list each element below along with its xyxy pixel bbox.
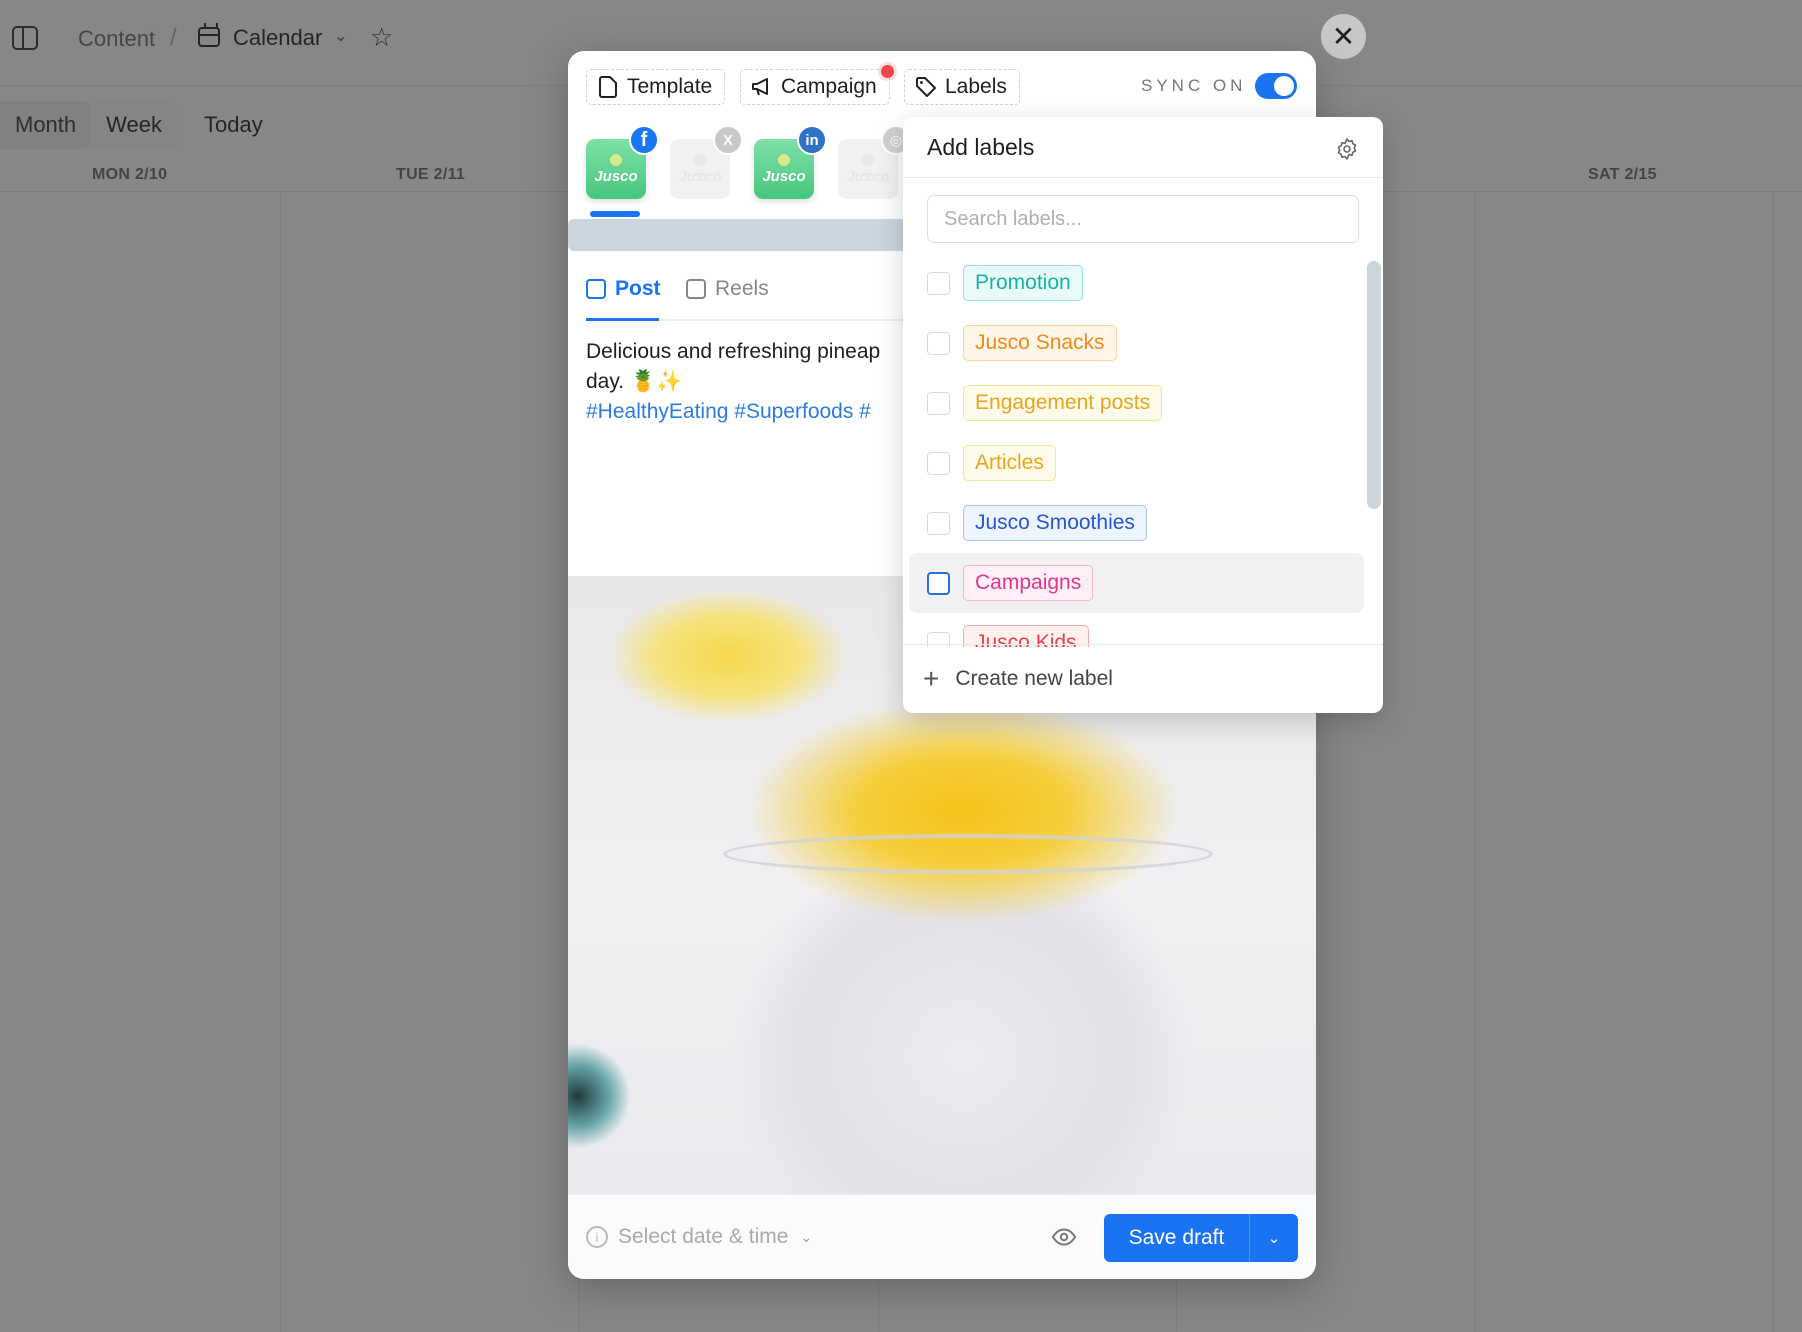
account-name: Jusco <box>594 167 638 185</box>
label-tag: Campaigns <box>963 565 1094 601</box>
account-name: Jusco <box>762 167 806 185</box>
template-button[interactable]: Template <box>586 69 726 105</box>
label-tag: Articles <box>963 445 1056 481</box>
logo-mark <box>778 153 790 166</box>
logo-mark <box>610 153 622 166</box>
save-options-dropdown[interactable]: ⌄ <box>1250 1214 1298 1262</box>
tab-reels-label: Reels <box>715 277 769 300</box>
modal-footer: i Select date & time ⌄ Save draft ⌄ <box>568 1194 1316 1279</box>
label-row-promotion[interactable]: Promotion <box>909 253 1364 313</box>
video-icon <box>686 279 706 299</box>
account-name: Jusco <box>846 167 890 185</box>
sync-label: SYNC ON <box>1141 76 1247 95</box>
tag-icon <box>915 76 937 98</box>
save-draft-split-button: Save draft ⌄ <box>1104 1214 1298 1262</box>
label-tag: Jusco Smoothies <box>963 505 1147 541</box>
label-search-field <box>927 195 1359 243</box>
logo-mark <box>862 153 874 166</box>
notification-dot <box>881 65 894 78</box>
logo-mark <box>694 153 706 166</box>
megaphone-icon <box>751 76 773 98</box>
label-checkbox[interactable] <box>927 271 950 295</box>
selected-account-indicator <box>590 211 640 217</box>
label-list: Promotion Jusco Snacks Engagement posts … <box>903 253 1383 647</box>
label-row-jusco-kids[interactable]: Jusco Kids <box>909 613 1364 647</box>
label-search-input[interactable] <box>928 196 1358 242</box>
tab-post[interactable]: Post <box>586 277 661 301</box>
date-time-placeholder: Select date & time <box>618 1225 789 1248</box>
document-icon <box>597 76 619 98</box>
image-detail <box>723 834 1213 874</box>
popover-title: Add labels <box>927 133 1035 160</box>
label-checkbox[interactable] <box>927 511 950 535</box>
chevron-down-icon: ⌄ <box>1267 1230 1281 1247</box>
tab-reels[interactable]: Reels <box>686 277 769 301</box>
plus-icon: + <box>923 663 940 694</box>
label-row-jusco-snacks[interactable]: Jusco Snacks <box>909 313 1364 373</box>
label-checkbox[interactable] <box>927 391 950 415</box>
labels-button[interactable]: Labels <box>904 69 1020 105</box>
preview-eye-icon[interactable] <box>1052 1225 1076 1249</box>
template-label: Template <box>627 75 713 98</box>
label-tag: Jusco Snacks <box>963 325 1117 361</box>
label-row-jusco-smoothies[interactable]: Jusco Smoothies <box>909 493 1364 553</box>
create-new-label-text: Create new label <box>955 667 1113 690</box>
linkedin-icon: in <box>797 125 827 155</box>
account-name: Jusco <box>678 167 722 185</box>
tab-post-label: Post <box>615 277 661 300</box>
popover-header: Add labels <box>903 117 1383 178</box>
create-new-label-button[interactable]: + Create new label <box>903 644 1383 713</box>
label-tag: Promotion <box>963 265 1083 301</box>
save-draft-button[interactable]: Save draft <box>1104 1214 1250 1262</box>
x-icon: X <box>713 125 743 155</box>
gear-icon[interactable] <box>1335 137 1359 161</box>
label-row-engagement-posts[interactable]: Engagement posts <box>909 373 1364 433</box>
close-icon: ✕ <box>1331 21 1356 52</box>
image-icon <box>586 279 606 299</box>
info-icon: i <box>586 1226 608 1248</box>
close-modal-button[interactable]: ✕ <box>1321 14 1366 59</box>
chevron-down-icon: ⌄ <box>800 1228 813 1245</box>
label-row-articles[interactable]: Articles <box>909 433 1364 493</box>
sync-toggle[interactable] <box>1255 73 1297 99</box>
date-time-selector[interactable]: i Select date & time ⌄ <box>586 1225 812 1249</box>
label-checkbox[interactable] <box>927 451 950 475</box>
labels-label: Labels <box>945 75 1007 98</box>
add-labels-popover: Add labels Promotion Jusco Snacks Engage… <box>903 117 1383 713</box>
label-checkbox[interactable] <box>927 331 950 355</box>
label-checkbox[interactable] <box>927 571 950 595</box>
active-tab-indicator <box>586 318 659 321</box>
campaign-button[interactable]: Campaign <box>740 69 890 105</box>
campaign-label: Campaign <box>781 75 877 98</box>
label-tag: Engagement posts <box>963 385 1163 421</box>
label-row-campaigns[interactable]: Campaigns <box>909 553 1364 613</box>
label-list-scrollbar[interactable] <box>1367 261 1381 509</box>
facebook-icon: f <box>629 125 659 155</box>
